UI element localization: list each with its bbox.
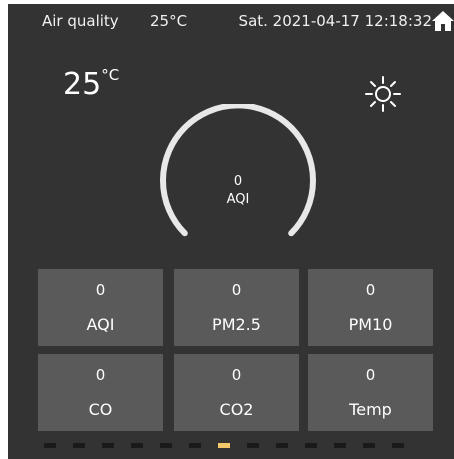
temperature-value: 25 [63, 67, 102, 102]
tile-value: 0 [365, 366, 376, 384]
page-dot[interactable] [363, 443, 375, 448]
page-dot[interactable] [44, 443, 56, 448]
page-dot[interactable] [160, 443, 172, 448]
gauge-value: 0 [233, 174, 243, 189]
status-temperature: 25°C [150, 12, 188, 30]
tile-label: Temp [349, 400, 392, 419]
page-dot[interactable] [247, 443, 259, 448]
sun-icon [365, 76, 401, 112]
tile-pm10[interactable]: 0 PM10 [308, 269, 433, 346]
app-title: Air quality [42, 12, 119, 30]
page-dot[interactable] [392, 443, 404, 448]
page-dot[interactable] [189, 443, 201, 448]
page-indicator [8, 443, 454, 449]
tile-co[interactable]: 0 CO [38, 354, 163, 431]
tile-label: CO2 [219, 400, 254, 419]
tile-temp[interactable]: 0 Temp [308, 354, 433, 431]
page-dot[interactable] [218, 443, 230, 448]
tile-label: PM10 [348, 315, 393, 334]
tile-value: 0 [231, 366, 242, 384]
tile-value: 0 [95, 366, 106, 384]
tile-aqi[interactable]: 0 AQI [38, 269, 163, 346]
page-dot[interactable] [276, 443, 288, 448]
tile-co2[interactable]: 0 CO2 [174, 354, 299, 431]
tile-label: PM2.5 [212, 315, 261, 334]
datetime: Sat. 2021-04-17 12:18:32 [238, 12, 432, 30]
home-icon[interactable] [432, 10, 454, 32]
tile-value: 0 [231, 281, 242, 299]
tile-label: CO [88, 400, 113, 419]
tile-pm25[interactable]: 0 PM2.5 [174, 269, 299, 346]
page-dot[interactable] [73, 443, 85, 448]
air-quality-screen: Air quality 25°C Sat. 2021-04-17 12:18:3… [8, 4, 454, 459]
tile-label: AQI [86, 315, 115, 334]
status-bar: Air quality 25°C Sat. 2021-04-17 12:18:3… [8, 4, 454, 38]
page-dot[interactable] [334, 443, 346, 448]
page-dot[interactable] [305, 443, 317, 448]
gauge-arc [160, 104, 316, 237]
page-dot[interactable] [102, 443, 114, 448]
temperature-unit: °C [101, 66, 120, 84]
tile-value: 0 [365, 281, 376, 299]
current-temperature: 25°C [63, 67, 119, 102]
tile-value: 0 [95, 281, 106, 299]
page-dot[interactable] [131, 443, 143, 448]
gauge-label: AQI [226, 192, 250, 207]
